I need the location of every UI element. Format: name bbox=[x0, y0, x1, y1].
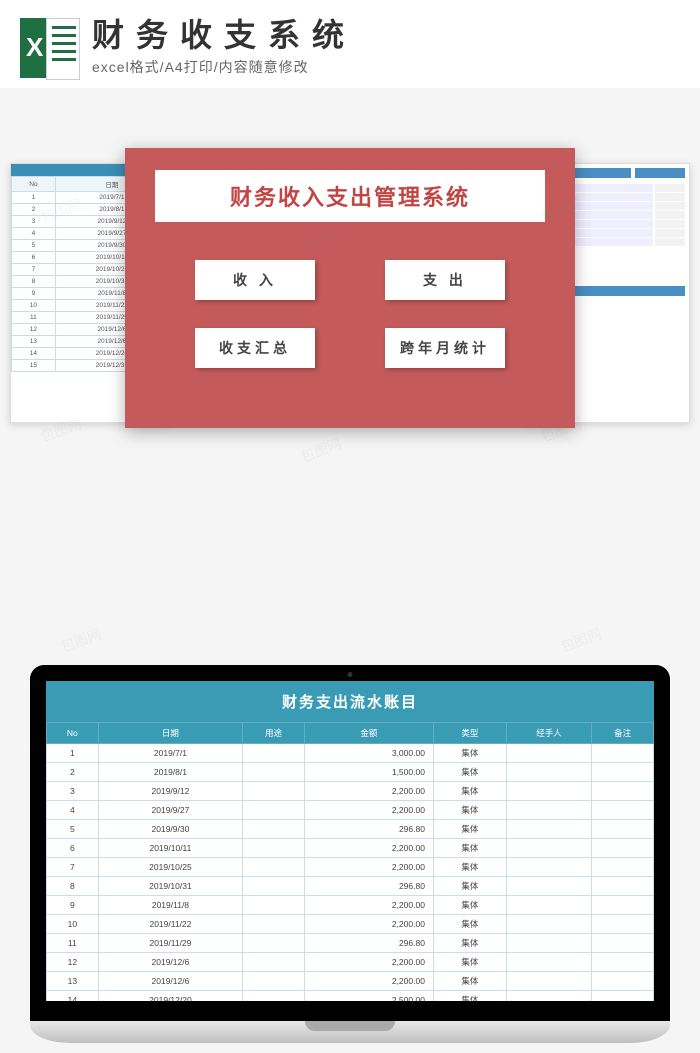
table-row: 112019/11/29296.80集体 bbox=[47, 934, 654, 953]
income-button[interactable]: 收 入 bbox=[195, 260, 315, 300]
summary-button[interactable]: 收支汇总 bbox=[195, 328, 315, 368]
ledger-title: 财务支出流水账目 bbox=[46, 681, 654, 722]
table-row: 12019/7/13,000.00集体 bbox=[47, 744, 654, 763]
year-band bbox=[635, 168, 685, 178]
laptop-frame: 财务支出流水账目 No日期用途金额类型经手人备注 12019/7/13,000.… bbox=[30, 665, 670, 1043]
table-row: 92019/11/82,200.00集体 bbox=[47, 896, 654, 915]
column-header: 经手人 bbox=[506, 723, 591, 744]
laptop-base bbox=[30, 1021, 670, 1043]
table-row: 22019/8/11,500.00集体 bbox=[47, 763, 654, 782]
expense-button[interactable]: 支 出 bbox=[385, 260, 505, 300]
table-row: 122019/12/62,200.00集体 bbox=[47, 953, 654, 972]
column-header: 用途 bbox=[243, 723, 305, 744]
system-title: 财务收入支出管理系统 bbox=[155, 170, 545, 222]
column-header: 日期 bbox=[98, 723, 242, 744]
table-row: 62019/10/112,200.00集体 bbox=[47, 839, 654, 858]
main-red-card: 财务收入支出管理系统 收 入 支 出 收支汇总 跨年月统计 bbox=[125, 148, 575, 428]
table-row: 142019/12/202,500.00集体 bbox=[47, 991, 654, 1002]
table-row: 52019/9/30296.80集体 bbox=[47, 820, 654, 839]
page-subtitle: excel格式/A4打印/内容随意修改 bbox=[92, 57, 680, 77]
title-block: 财务收支系统 excel格式/A4打印/内容随意修改 bbox=[92, 19, 680, 77]
laptop-screen: 财务支出流水账目 No日期用途金额类型经手人备注 12019/7/13,000.… bbox=[46, 681, 654, 1001]
column-header: 类型 bbox=[433, 723, 506, 744]
table-row: 102019/11/222,200.00集体 bbox=[47, 915, 654, 934]
preview-area: No 日期 12019/7/122019/8/132019/9/1242019/… bbox=[0, 123, 700, 443]
column-header: 备注 bbox=[592, 723, 654, 744]
table-row: 132019/12/62,200.00集体 bbox=[47, 972, 654, 991]
ledger-table: No日期用途金额类型经手人备注 12019/7/13,000.00集体22019… bbox=[46, 722, 654, 1001]
excel-icon: X bbox=[20, 18, 80, 78]
page-title: 财务收支系统 bbox=[92, 19, 680, 51]
column-header: No bbox=[47, 723, 99, 744]
column-header: 金额 bbox=[304, 723, 433, 744]
table-row: 72019/10/252,200.00集体 bbox=[47, 858, 654, 877]
laptop-zone: 财务支出流水账目 No日期用途金额类型经手人备注 12019/7/13,000.… bbox=[0, 613, 700, 1043]
cross-year-button[interactable]: 跨年月统计 bbox=[385, 328, 505, 368]
table-row: 82019/10/31296.80集体 bbox=[47, 877, 654, 896]
table-row: 32019/9/122,200.00集体 bbox=[47, 782, 654, 801]
header: X 财务收支系统 excel格式/A4打印/内容随意修改 bbox=[0, 0, 700, 88]
table-row: 42019/9/272,200.00集体 bbox=[47, 801, 654, 820]
